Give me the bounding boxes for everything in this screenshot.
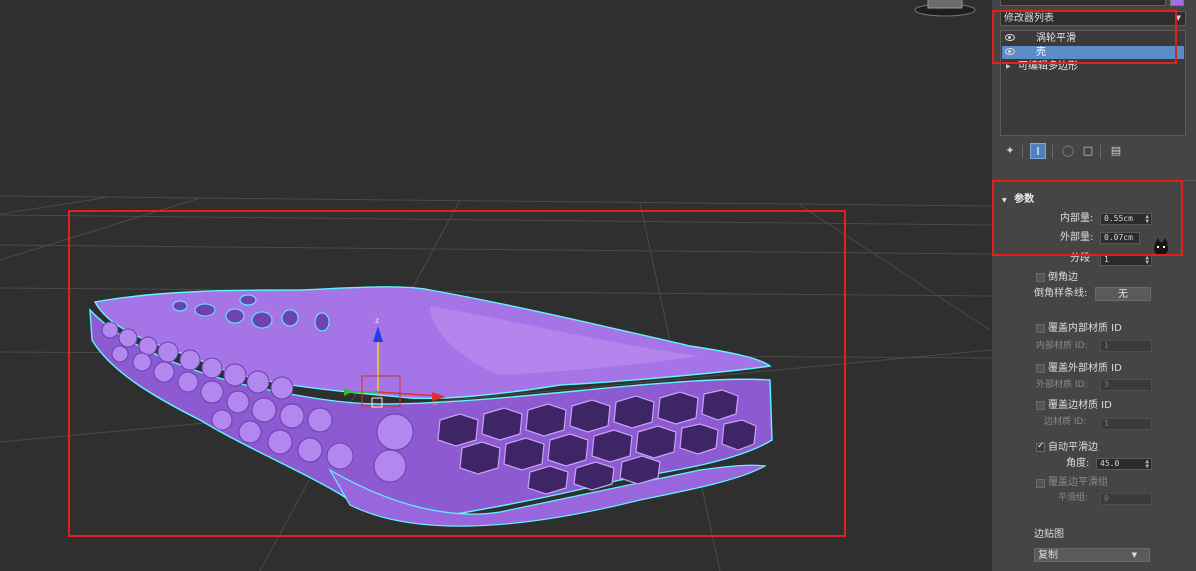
cat-cursor-icon (1152, 236, 1170, 256)
inner-amount-spinner[interactable]: 0.55cm ▲ ▼ (1100, 213, 1152, 225)
configure-sets-icon[interactable]: ▤ (1108, 143, 1124, 159)
override-inner-mat-checkbox[interactable] (1036, 324, 1045, 333)
gizmo-z-label: z (375, 316, 379, 325)
override-inner-mat-label: 覆盖内部材质 ID (1048, 323, 1122, 334)
bevel-spline-label: 倒角样条线: (1034, 288, 1088, 299)
chevron-down-icon: ▼ (1175, 14, 1181, 22)
override-outer-mat-label: 覆盖外部材质 ID (1048, 363, 1122, 374)
outer-mat-id-spinner: 3 (1100, 379, 1152, 391)
outer-amount-label: 外部量: (1060, 232, 1094, 243)
angle-label: 角度: (1066, 458, 1090, 469)
edge-mapping-label: 边贴图 (1034, 529, 1064, 540)
inner-amount-label: 内部量: (1060, 213, 1094, 224)
viewport-canvas[interactable]: z x (0, 0, 992, 571)
spinner-arrows-icon[interactable]: ▲ ▼ (1145, 214, 1149, 225)
modifier-list-label: 修改器列表 (1004, 13, 1054, 24)
override-smooth-group-label: 覆盖边平滑组 (1048, 477, 1108, 488)
gizmo-x-label: x (433, 399, 437, 407)
perspective-viewport[interactable]: z x (0, 0, 992, 571)
expand-triangle-icon[interactable]: ▶ (1006, 60, 1011, 73)
object-name-field[interactable] (1000, 0, 1166, 6)
shell-object (89, 286, 773, 527)
segments-label: 分段 (1070, 253, 1090, 264)
modifier-stack[interactable]: 涡轮平滑 壳 ▶ 可编辑多边形 (1000, 30, 1186, 136)
outer-mat-id-label: 外部材质 ID: (1036, 380, 1088, 390)
smooth-group-spinner: 0 (1100, 493, 1152, 505)
toolbar-divider (1052, 145, 1053, 158)
inner-mat-id-value: 1 (1104, 341, 1109, 350)
show-end-result-icon[interactable]: I (1030, 143, 1046, 159)
stack-item-turbosmooth[interactable]: 涡轮平滑 (1002, 32, 1184, 45)
stack-item-label: 可编辑多边形 (1018, 61, 1078, 72)
pin-stack-icon[interactable]: ✦ (1002, 143, 1018, 159)
override-outer-mat-checkbox[interactable] (1036, 364, 1045, 373)
segments-value: 1 (1104, 255, 1109, 264)
eye-icon[interactable] (1005, 34, 1015, 41)
smooth-group-label: 平滑组: (1058, 493, 1089, 503)
inner-mat-id-spinner: 1 (1100, 340, 1152, 352)
edge-mat-id-spinner: 1 (1100, 418, 1152, 430)
edge-mapping-value: 复制 (1038, 550, 1058, 561)
object-color-swatch[interactable] (1170, 0, 1184, 6)
angle-value: 45.0 (1100, 459, 1120, 468)
spinner-arrows-icon[interactable]: ▲ ▼ (1145, 459, 1149, 470)
angle-spinner[interactable]: 45.0 ▲ ▼ (1096, 458, 1152, 470)
bevel-edges-checkbox[interactable] (1036, 273, 1045, 282)
outer-amount-value: 0.07cm (1104, 233, 1133, 242)
viewcube-icon (914, 0, 976, 17)
stack-item-label: 涡轮平滑 (1036, 33, 1076, 44)
auto-smooth-checkbox[interactable] (1036, 441, 1045, 452)
edge-mat-id-value: 1 (1104, 419, 1109, 428)
spinner-arrows-icon[interactable]: ▲ ▼ (1145, 255, 1149, 266)
rollout-title: 参数 (1014, 194, 1035, 205)
stack-item-editable-poly[interactable]: ▶ 可编辑多边形 (1002, 60, 1184, 73)
collapse-triangle-icon: ▼ (1002, 197, 1007, 204)
override-smooth-group-checkbox[interactable] (1036, 479, 1045, 488)
eye-icon[interactable] (1005, 48, 1015, 55)
parameters-rollout-header[interactable]: ▼ 参数 (1002, 190, 1034, 205)
remove-modifier-icon[interactable]: □ (1080, 143, 1096, 159)
bevel-edges-label: 倒角边 (1048, 272, 1078, 283)
modifier-list-dropdown[interactable]: 修改器列表 ▼ (1000, 11, 1186, 26)
override-edge-mat-checkbox[interactable] (1036, 401, 1045, 410)
toolbar-divider (1100, 145, 1101, 158)
override-edge-mat-label: 覆盖边材质 ID (1048, 400, 1112, 411)
bevel-spline-button[interactable]: 无 (1095, 287, 1151, 301)
segments-spinner[interactable]: 1 ▲ ▼ (1100, 254, 1152, 266)
outer-amount-spinner[interactable]: 0.07cm (1100, 232, 1140, 244)
auto-smooth-label: 自动平滑边 (1048, 442, 1098, 453)
make-unique-icon[interactable]: ◯ (1060, 143, 1076, 159)
rollout-divider (992, 180, 1196, 181)
edge-mat-id-label: 边材质 ID: (1044, 417, 1087, 427)
stack-item-label: 壳 (1036, 47, 1046, 58)
modify-command-panel: 修改器列表 ▼ 涡轮平滑 壳 ▶ 可编辑多边形 ✦ I ◯ □ ▤ ▼ 参数 内… (992, 0, 1196, 571)
inner-mat-id-label: 内部材质 ID: (1036, 341, 1088, 351)
toolbar-divider (1022, 145, 1023, 158)
inner-amount-value: 0.55cm (1104, 214, 1133, 223)
smooth-group-value: 0 (1104, 494, 1109, 503)
outer-mat-id-value: 3 (1104, 380, 1109, 389)
edge-mapping-dropdown[interactable]: 复制 ▼ (1034, 548, 1150, 562)
stack-item-shell[interactable]: 壳 (1002, 46, 1184, 59)
chevron-down-icon: ▼ (1131, 551, 1137, 559)
